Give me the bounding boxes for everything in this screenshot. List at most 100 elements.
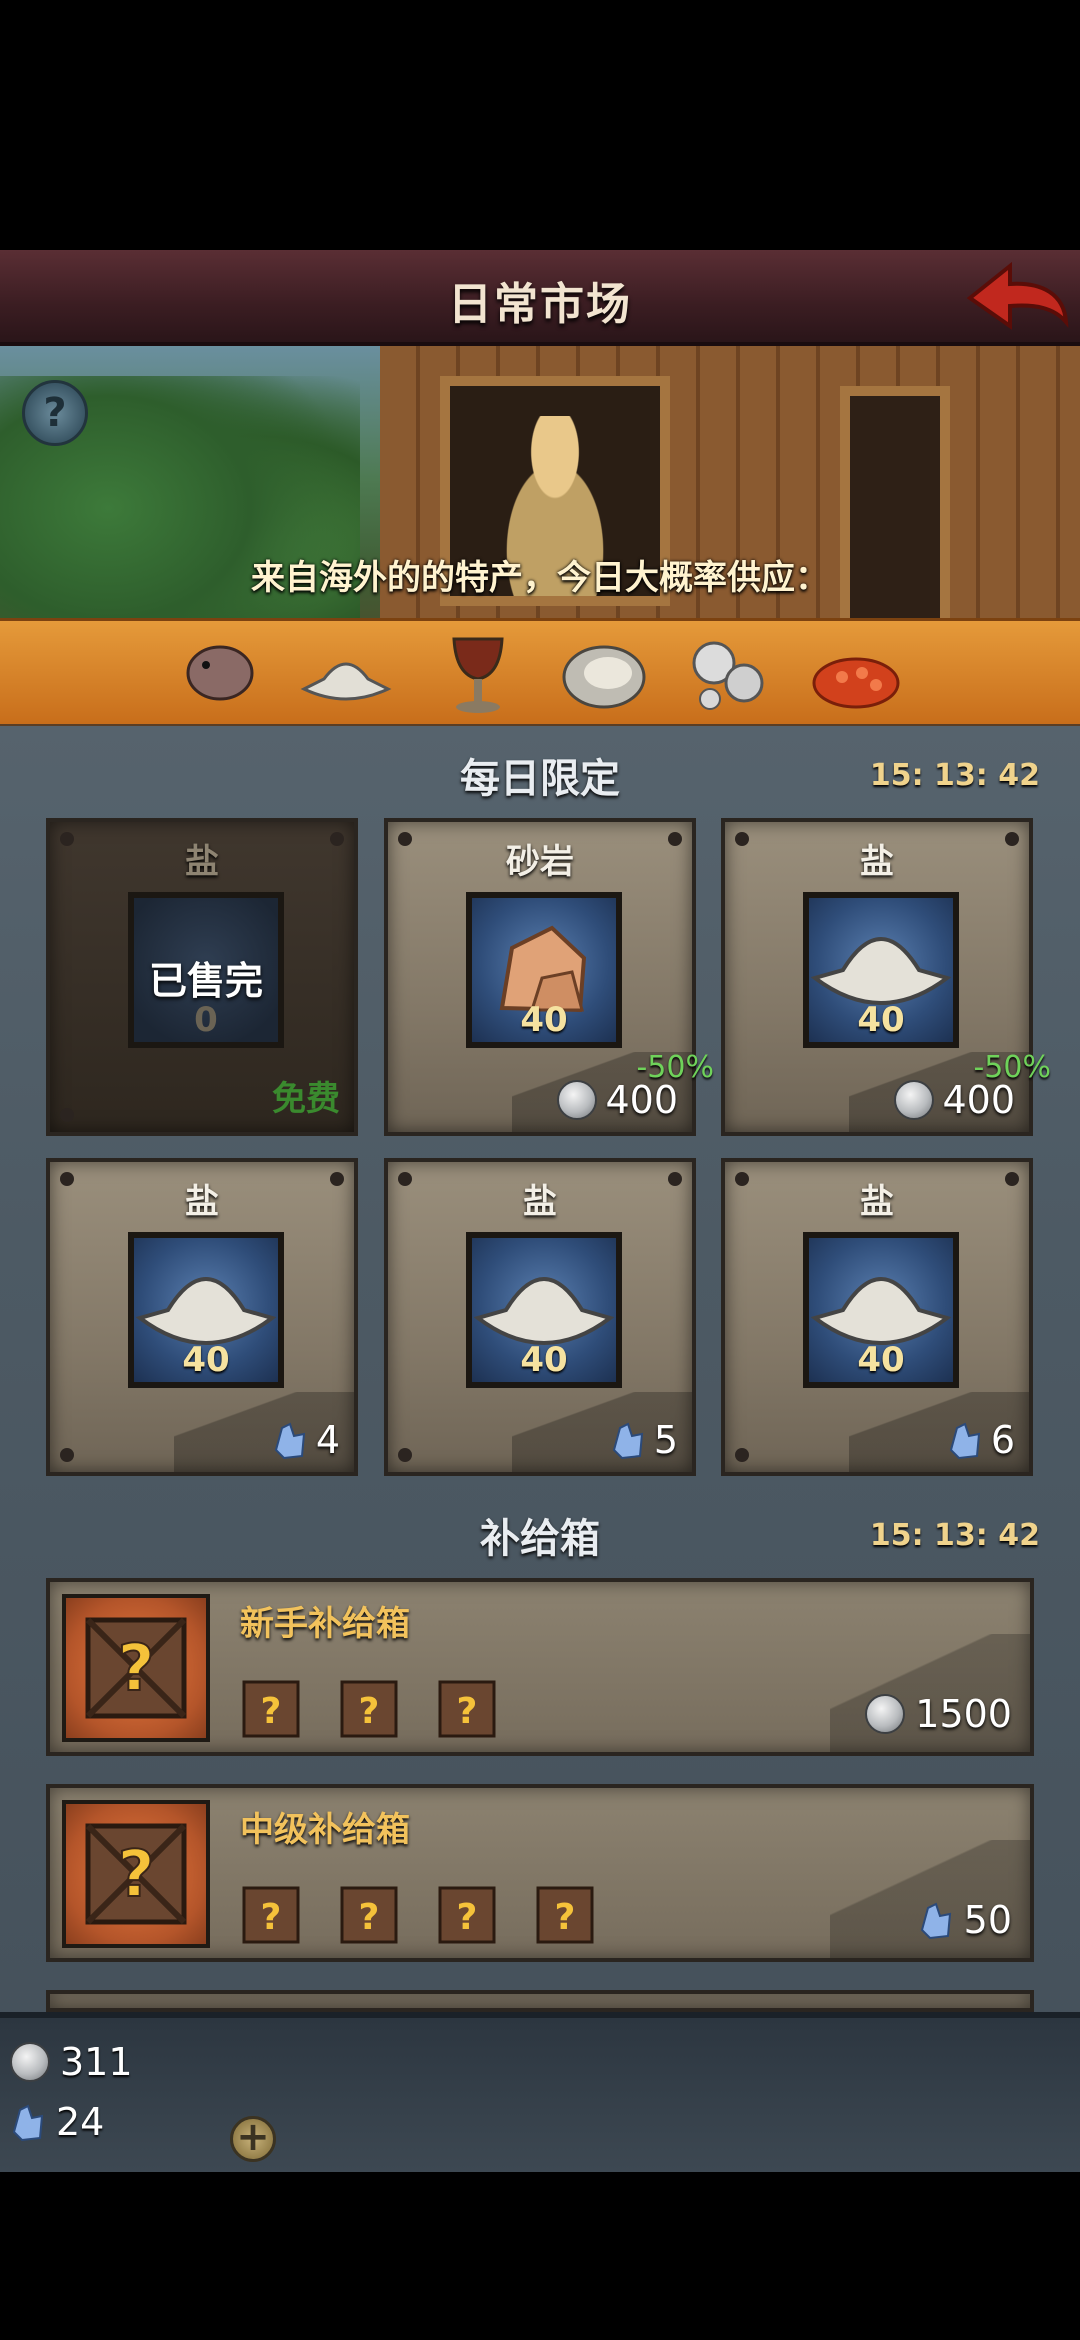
game-screen: 日常市场 ? 来自海外的的特产，今日大概率供应： 每日限定 15: 13: 42… [0,0,1080,2340]
caviar-icon [812,657,900,709]
item-slot: 已售完 0 [128,892,284,1048]
supply-box-name: 新手补给箱 [240,1604,410,1644]
mini-crate-icon: ? [242,1680,300,1738]
item-qty: 40 [520,1340,568,1380]
gem-icon [920,1902,951,1940]
svg-text:?: ? [457,1897,478,1938]
mini-crate-icon: ? [536,1886,594,1944]
supply-box-3-partial[interactable] [46,1990,1034,2012]
item-qty: 40 [182,1340,230,1380]
price-row: 400 [894,1078,1015,1122]
mystery-crate-icon: ? [85,1823,187,1925]
coin-icon [894,1080,935,1120]
item-name: 盐 [860,1182,894,1222]
resource-bar: 311 24 + [0,2012,1080,2172]
market-panel: 每日限定 15: 13: 42 盐 已售完 0 免费 砂岩 40 -50% 40… [0,726,1080,2012]
oyster-icon [562,645,646,709]
item-name: 盐 [185,1182,219,1222]
salt-icon [300,662,392,701]
gem-icon [274,1422,305,1460]
banner-caption: 来自海外的的特产，今日大概率供应： [251,558,829,598]
item-name: 砂岩 [506,842,574,882]
item-name: 盐 [185,842,219,882]
gem-icon [612,1422,643,1460]
price-value: 400 [605,1078,678,1122]
item-slot: 40 [803,892,959,1048]
crate-thumbnail: ? [62,1800,210,1948]
price-value: 4 [315,1418,340,1462]
supply-timer: 15: 13: 42 [869,1518,1040,1553]
svg-text:?: ? [359,1691,380,1732]
daily-card-2[interactable]: 砂岩 40 -50% 400 [384,818,714,1136]
daily-timer: 15: 13: 42 [869,758,1040,793]
question-icon: ? [43,390,67,436]
supply-box-2[interactable]: ? 中级补给箱 ? ? ? ? 50 [46,1784,1034,1962]
daily-card-3[interactable]: 盐 40 -50% 400 [721,818,1051,1136]
item-qty: 40 [520,1000,568,1040]
price-row: 1500 [865,1692,1012,1736]
coin-icon [865,1694,906,1734]
gem-icon [949,1422,980,1460]
plus-icon: + [236,2114,270,2160]
coin-balance-value: 311 [60,2040,133,2084]
svg-text:?: ? [261,1897,282,1938]
coin-icon [557,1080,598,1120]
price-value: 6 [990,1418,1015,1462]
add-gems-button[interactable]: + [230,2116,276,2162]
merchant-banner: ? 来自海外的的特产，今日大概率供应： [0,346,1080,726]
supply-box-name: 中级补给箱 [240,1810,410,1850]
gem-icon [12,2104,44,2142]
svg-text:?: ? [359,1897,380,1938]
price-row: 5 [610,1418,678,1462]
price-value: 50 [963,1898,1012,1942]
svg-text:?: ? [117,1632,154,1706]
daily-card-1[interactable]: 盐 已售完 0 免费 [46,818,358,1136]
price-row: 4 [272,1418,340,1462]
mystery-crate-icon: ? [85,1617,187,1719]
item-name: 盐 [860,842,894,882]
help-button[interactable]: ? [22,380,88,446]
price-row: 6 [947,1418,1015,1462]
mini-crate-icon: ? [242,1886,300,1944]
svg-text:?: ? [117,1838,154,1912]
specialty-goods-strip [0,618,1080,724]
header-bar: 日常市场 [0,250,1080,346]
mini-crate-icon: ? [438,1680,496,1738]
soldout-label: 已售完 [148,959,263,1003]
supply-box-1[interactable]: ? 新手补给箱 ? ? ? 1500 [46,1578,1034,1756]
price-value: 400 [942,1078,1015,1122]
fish-icon [186,645,254,701]
back-arrow-icon [966,261,1069,330]
coin-icon [10,2042,50,2082]
item-slot: 40 [466,892,622,1048]
item-slot: 40 [466,1232,622,1388]
door-illustration [840,386,950,646]
svg-text:?: ? [555,1897,576,1938]
daily-card-5[interactable]: 盐 40 5 [384,1158,696,1476]
daily-card-4[interactable]: 盐 40 4 [46,1158,358,1476]
item-qty: 40 [857,1000,905,1040]
free-label: 免费 [272,1079,340,1119]
mini-crate-icon: ? [340,1886,398,1944]
svg-text:?: ? [261,1691,282,1732]
price-value: 1500 [915,1692,1012,1736]
item-slot: 40 [128,1232,284,1388]
crate-thumbnail: ? [62,1594,210,1742]
item-name: 盐 [523,1182,557,1222]
item-slot: 40 [803,1232,959,1388]
item-qty: 0 [194,1000,218,1040]
daily-card-6[interactable]: 盐 40 6 [721,1158,1033,1476]
pearls-icon [692,641,764,710]
mini-crate-icon: ? [340,1680,398,1738]
item-qty: 40 [857,1340,905,1380]
page-title: 日常市场 [448,279,632,330]
svg-text:?: ? [457,1691,478,1732]
chalice-icon [452,637,504,713]
mini-crate-icon: ? [438,1886,496,1944]
gem-balance-value: 24 [56,2100,105,2144]
price-row: 50 [918,1898,1012,1942]
back-button[interactable] [962,258,1072,338]
price-row: 400 [557,1078,678,1122]
price-value: 5 [653,1418,678,1462]
coin-balance: 311 [10,2040,133,2084]
